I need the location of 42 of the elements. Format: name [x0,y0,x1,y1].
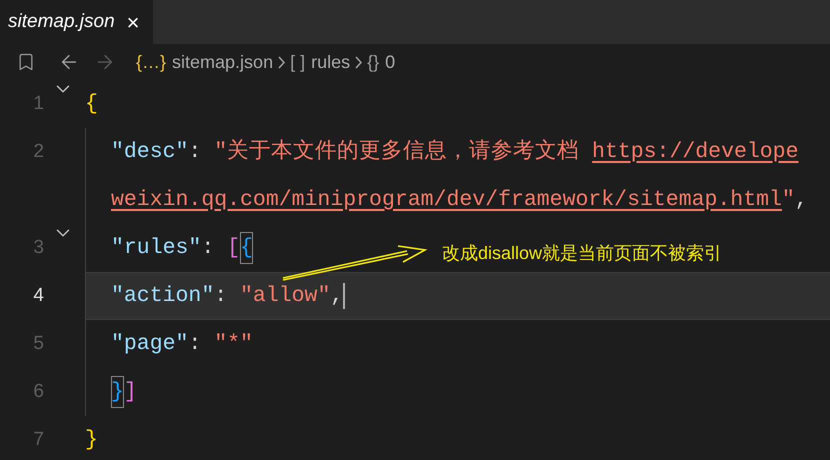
punctuation: , [330,282,344,310]
bracket: ] [124,378,137,406]
string-value: "关于本文件的更多信息，请参考文档 [214,138,580,166]
punctuation: : [201,234,216,262]
json-key: "action" [111,280,214,312]
bracket: [ [227,234,240,262]
line-number: 4 [32,284,44,308]
bracket: { [85,90,98,118]
punctuation: : [188,330,202,358]
string-value: " [782,186,795,214]
breadcrumb-icon: {…} [136,48,166,76]
punctuation: : [214,282,228,310]
tab-title: sitemap.json [8,10,115,34]
string-value: "allow" [240,282,330,310]
link[interactable]: weixin.qq.com/miniprogram/dev/framework/sitemap.html [111,184,782,216]
line-number: 6 [32,380,44,404]
editor-tab[interactable]: sitemap.json × [0,0,153,44]
chevron-right-icon [355,56,362,68]
line-number: 2 [32,140,44,164]
text-cursor [343,283,346,309]
line-number: 5 [32,332,44,356]
bracket: } [111,376,124,408]
link[interactable]: https://develope [592,136,798,168]
json-key: "desc" [111,136,188,168]
string-value: "*" [214,330,253,358]
line-number: 7 [32,428,44,452]
line-number: 1 [32,92,44,116]
breadcrumb-icon: [ ] [290,48,306,76]
close-button[interactable]: × [126,6,140,38]
bracket: { [240,232,253,264]
breadcrumb-item[interactable]: 0 [385,48,396,76]
punctuation: : [188,138,202,166]
annotation-text: 改成disallow就是当前页面不被索引 [442,242,722,265]
breadcrumb-item[interactable]: sitemap.json [172,48,274,76]
bracket: } [85,426,98,454]
punctuation: , [794,186,808,214]
breadcrumb-icon: {} [367,48,380,76]
line-number: 3 [32,236,44,260]
breadcrumb-item[interactable]: rules [311,48,350,76]
json-key: "page" [111,328,188,360]
json-key: "rules" [111,232,202,264]
chevron-right-icon [278,56,286,68]
